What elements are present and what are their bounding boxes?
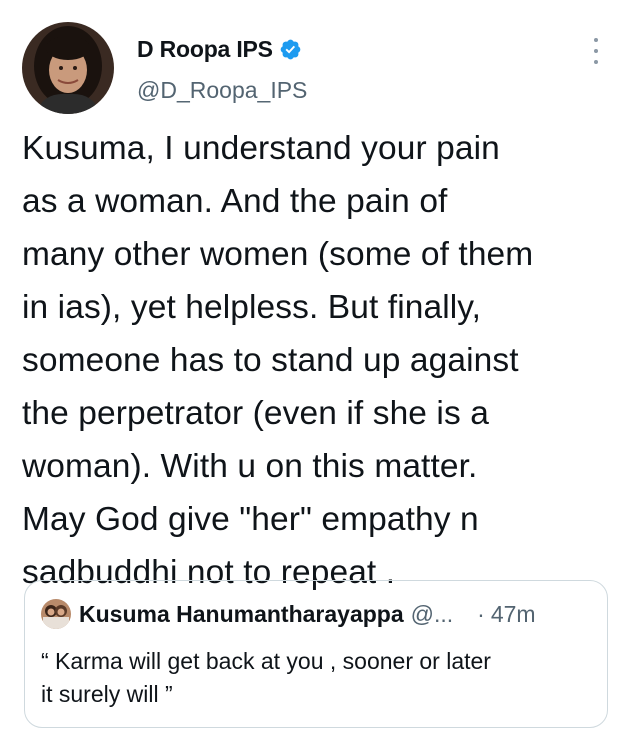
more-options-icon[interactable] [586,38,606,64]
author-display-name[interactable]: D Roopa IPS [137,36,273,63]
quoted-profile-photo-icon [41,599,71,629]
profile-photo-icon [22,22,114,114]
quoted-author-handle: @... [410,600,454,627]
quoted-separator: · [477,600,485,627]
verified-badge-icon [280,39,301,60]
quoted-author-name: Kusuma Hanumantharayappa [79,600,404,627]
quoted-tweet[interactable]: Kusuma Hanumantharayappa @... · 47m “ Ka… [24,580,608,728]
tweet-card: D Roopa IPS @D_Roopa_IPS Kusuma, I under… [0,0,632,731]
author-handle[interactable]: @D_Roopa_IPS [137,77,307,104]
quoted-timestamp: 47m [490,600,536,627]
quoted-tweet-header: Kusuma Hanumantharayappa @... · 47m [41,599,591,629]
tweet-text: Kusuma, I understand your pain as a woma… [22,130,534,591]
quoted-tweet-text: “ Karma will get back at you , sooner or… [41,648,491,707]
author-avatar[interactable] [22,22,114,114]
quoted-author-avatar [41,599,71,629]
author-name-row: D Roopa IPS [137,36,302,63]
